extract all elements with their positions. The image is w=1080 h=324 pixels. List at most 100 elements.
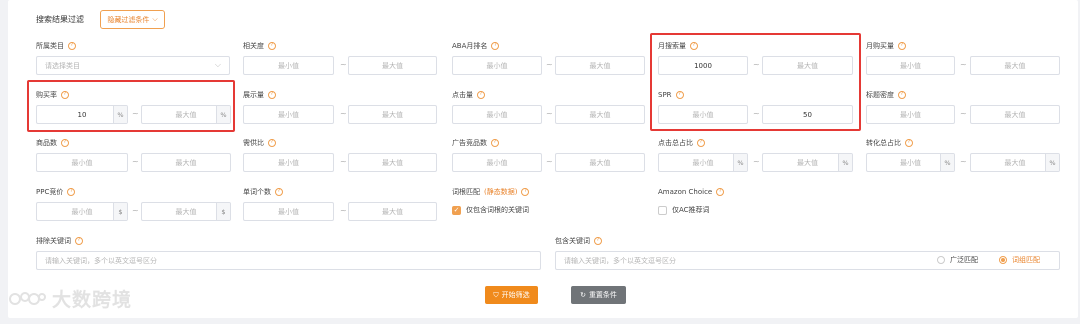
aba-rank-min-input[interactable]: 最小值 [452,56,542,75]
start-filter-button[interactable]: ⛉ 开始筛选 [485,286,538,304]
help-icon[interactable]: ? [898,91,906,99]
range-separator: ~ [960,157,967,166]
label-impressions: 展示量? [243,89,276,101]
percent-suffix: % [838,154,852,171]
relevance-min-input[interactable]: 最小值 [243,56,334,75]
relevance-max-input[interactable]: 最大值 [348,56,437,75]
aba-rank-max-input[interactable]: 最大值 [555,56,645,75]
category-select[interactable]: 请选择类目 ⌵ [36,56,230,75]
range-separator: ~ [340,206,347,215]
range-separator: ~ [753,157,760,166]
help-icon[interactable]: ? [521,188,530,196]
chevron-down-icon: ⌵ [152,15,158,23]
monthly-purchase-min-input[interactable]: 最小值 [866,56,955,75]
help-icon[interactable]: ? [905,139,913,147]
word-count-min-input[interactable]: 最小值 [243,202,334,221]
purchase-rate-max-input[interactable]: 最大值% [141,105,231,124]
click-share-min-input[interactable]: 最小值% [658,153,748,172]
help-icon[interactable]: ? [61,139,69,147]
title-density-min-input[interactable]: 最小值 [866,105,955,124]
label-purchase-rate: 购买率? [36,89,69,101]
broad-match-radio[interactable]: 广泛匹配 [937,255,978,265]
root-only-checkbox[interactable]: ✓ 仅包含词根的关键词 [452,205,529,215]
impressions-max-input[interactable]: 最大值 [348,105,437,124]
help-icon[interactable]: ? [268,42,276,50]
click-share-max-input[interactable]: 最大值% [762,153,853,172]
help-icon[interactable]: ? [716,188,725,196]
label-amazon-choice: Amazon Choice? [658,186,725,198]
help-icon[interactable]: ? [268,139,276,147]
exclude-keywords-input[interactable]: 请输入关键词，多个以英文逗号区分 [36,251,541,270]
clicks-min-input[interactable]: 最小值 [452,105,542,124]
dollar-suffix: $ [113,203,127,220]
label-include-keywords: 包含关键词? [555,235,602,247]
product-count-min-input[interactable]: 最小值 [36,153,128,172]
label-supply-demand: 需供比? [243,137,276,149]
watermark: 大数跨境 [8,285,132,312]
help-icon[interactable]: ? [75,237,83,245]
help-icon[interactable]: ? [491,42,500,50]
range-separator: ~ [960,60,967,69]
spr-max-input[interactable]: 50 [762,105,853,124]
impressions-min-input[interactable]: 最小值 [243,105,334,124]
help-icon[interactable]: ? [491,139,499,147]
help-icon[interactable]: ? [68,42,76,50]
label-ad-product-count: 广告竞品数? [452,137,499,149]
help-icon[interactable]: ? [690,42,698,50]
ppc-bid-min-input[interactable]: 最小值 $ [36,202,128,221]
help-icon[interactable]: ? [275,188,283,196]
range-separator: ~ [753,60,760,69]
range-separator: ~ [340,60,347,69]
title-density-max-input[interactable]: 最大值 [970,105,1060,124]
ac-only-checkbox[interactable]: 仅AC推荐词 [658,205,710,215]
word-count-max-input[interactable]: 最大值 [348,202,437,221]
conversion-share-min-input[interactable]: 最小值% [866,153,955,172]
label-exclude-keywords: 排除关键词? [36,235,83,247]
purchase-rate-min-input[interactable]: 10% [36,105,128,124]
help-icon[interactable]: ? [61,91,69,99]
percent-suffix: % [113,106,127,123]
include-keywords-input[interactable]: 请输入关键词，多个以英文逗号区分 [555,251,1060,270]
label-clicks: 点击量? [452,89,485,101]
help-icon[interactable]: ? [898,42,906,50]
range-separator: ~ [546,60,553,69]
hide-filter-button[interactable]: 隐藏过滤条件 ⌵ [100,10,165,29]
supply-demand-max-input[interactable]: 最大值 [348,153,437,172]
product-count-max-input[interactable]: 最大值 [141,153,231,172]
radio-on-icon [999,256,1007,264]
range-separator: ~ [132,157,139,166]
ad-product-count-max-input[interactable]: 最大值 [555,153,645,172]
watermark-logo-icon [9,291,46,305]
supply-demand-min-input[interactable]: 最小值 [243,153,334,172]
range-separator: ~ [546,157,553,166]
help-icon[interactable]: ? [67,188,76,196]
monthly-search-max-input[interactable]: 最大值 [762,56,853,75]
reset-button[interactable]: ↻ 重置条件 [571,286,626,304]
phrase-match-radio[interactable]: 词组匹配 [999,255,1040,265]
help-icon[interactable]: ? [594,237,602,245]
watermark-text: 大数跨境 [52,289,133,311]
filter-title: 搜索结果过滤 [36,15,84,24]
range-separator: ~ [340,109,347,118]
label-title-density: 标题密度? [866,89,906,101]
static-data-tag: (静态数据) [484,188,518,196]
monthly-search-min-input[interactable]: 1000 [658,56,748,75]
spr-min-input[interactable]: 最小值 [658,105,748,124]
ad-product-count-min-input[interactable]: 最小值 [452,153,542,172]
range-separator: ~ [546,109,553,118]
ppc-bid-max-input[interactable]: 最大值 $ [141,202,231,221]
label-product-count: 商品数? [36,137,69,149]
monthly-purchase-max-input[interactable]: 最大值 [970,56,1060,75]
help-icon[interactable]: ? [697,139,705,147]
range-separator: ~ [340,157,347,166]
conversion-share-max-input[interactable]: 最大值% [970,153,1060,172]
label-aba-rank: ABA月排名? [452,40,500,52]
label-monthly-purchase: 月购买量? [866,40,906,52]
label-root-match: 词根匹配 (静态数据)? [452,186,530,198]
help-icon[interactable]: ? [268,91,276,99]
radio-off-icon [937,256,945,264]
help-icon[interactable]: ? [477,91,485,99]
checkbox-empty-icon [658,205,667,215]
clicks-max-input[interactable]: 最大值 [555,105,645,124]
help-icon[interactable]: ? [675,91,684,99]
